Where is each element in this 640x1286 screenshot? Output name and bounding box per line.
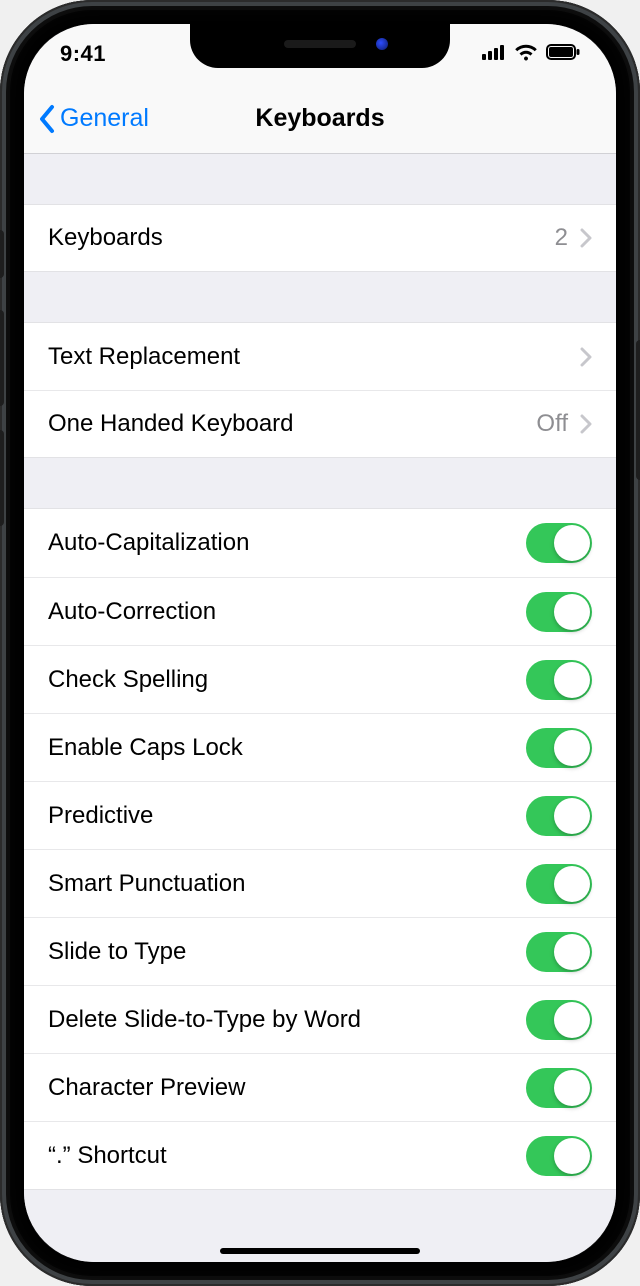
toggle-switch[interactable] — [526, 864, 592, 904]
switch-knob — [554, 934, 590, 970]
toggle-label: “.” Shortcut — [48, 1142, 167, 1170]
volume-up-button — [0, 310, 4, 406]
toggle-label: Slide to Type — [48, 938, 186, 966]
toggle-row: Enable Caps Lock — [24, 713, 616, 781]
toggle-row: Character Preview — [24, 1053, 616, 1121]
page-title: Keyboards — [255, 104, 384, 133]
toggle-label: Predictive — [48, 802, 153, 830]
notch — [190, 24, 450, 68]
chevron-left-icon — [38, 104, 56, 134]
back-button[interactable]: General — [38, 84, 149, 153]
switch-knob — [554, 1070, 590, 1106]
switch-knob — [554, 525, 590, 561]
home-indicator[interactable] — [220, 1248, 420, 1254]
toggle-switch[interactable] — [526, 1068, 592, 1108]
toggle-row: Delete Slide-to-Type by Word — [24, 985, 616, 1053]
speaker-grill — [284, 40, 356, 48]
switch-knob — [554, 1138, 590, 1174]
group-gap — [24, 272, 616, 322]
nav-bar: General Keyboards — [24, 84, 616, 154]
back-label: General — [60, 104, 149, 133]
toggle-switch[interactable] — [526, 1136, 592, 1176]
volume-down-button — [0, 430, 4, 526]
screen: 9:41 — [24, 24, 616, 1262]
group-gap — [24, 154, 616, 204]
one-handed-label: One Handed Keyboard — [48, 410, 294, 438]
chevron-right-icon — [580, 228, 592, 248]
toggle-label: Enable Caps Lock — [48, 734, 243, 762]
toggle-label: Delete Slide-to-Type by Word — [48, 1006, 361, 1034]
toggle-label: Auto-Correction — [48, 598, 216, 626]
toggle-switch[interactable] — [526, 932, 592, 972]
toggle-row: Auto-Capitalization — [24, 509, 616, 577]
status-time: 9:41 — [60, 41, 106, 67]
battery-icon — [546, 44, 580, 65]
toggle-label: Auto-Capitalization — [48, 529, 249, 557]
switch-knob — [554, 594, 590, 630]
toggle-switch[interactable] — [526, 1000, 592, 1040]
switch-knob — [554, 1002, 590, 1038]
toggle-row: Smart Punctuation — [24, 849, 616, 917]
toggle-row: Check Spelling — [24, 645, 616, 713]
toggle-row: Predictive — [24, 781, 616, 849]
toggle-switch[interactable] — [526, 660, 592, 700]
toggle-switch[interactable] — [526, 592, 592, 632]
front-camera — [376, 38, 388, 50]
group-gap — [24, 458, 616, 508]
switch-knob — [554, 866, 590, 902]
toggle-switch[interactable] — [526, 728, 592, 768]
switch-knob — [554, 798, 590, 834]
settings-content[interactable]: Keyboards 2 Text Replacement One Handed … — [24, 154, 616, 1262]
toggle-row: Slide to Type — [24, 917, 616, 985]
toggle-label: Character Preview — [48, 1074, 245, 1102]
chevron-right-icon — [580, 347, 592, 367]
one-handed-value: Off — [536, 410, 572, 438]
wifi-icon — [514, 43, 538, 66]
toggle-row: “.” Shortcut — [24, 1121, 616, 1189]
keyboards-label: Keyboards — [48, 224, 163, 252]
one-handed-keyboard-row[interactable]: One Handed Keyboard Off — [24, 390, 616, 458]
toggle-label: Smart Punctuation — [48, 870, 245, 898]
toggle-switch[interactable] — [526, 796, 592, 836]
toggle-switch[interactable] — [526, 523, 592, 563]
mute-switch — [0, 230, 4, 278]
toggle-label: Check Spelling — [48, 666, 208, 694]
keyboards-count: 2 — [555, 224, 572, 252]
toggle-row: Auto-Correction — [24, 577, 616, 645]
toggle-list: Auto-Capitalization Auto-Correction Check … — [24, 508, 616, 1190]
text-replacement-label: Text Replacement — [48, 343, 240, 371]
switch-knob — [554, 662, 590, 698]
switch-knob — [554, 730, 590, 766]
chevron-right-icon — [580, 414, 592, 434]
side-button — [636, 340, 640, 480]
keyboards-row[interactable]: Keyboards 2 — [24, 204, 616, 272]
device-frame: 9:41 — [0, 0, 640, 1286]
cellular-signal-icon — [482, 44, 506, 65]
text-replacement-row[interactable]: Text Replacement — [24, 322, 616, 390]
